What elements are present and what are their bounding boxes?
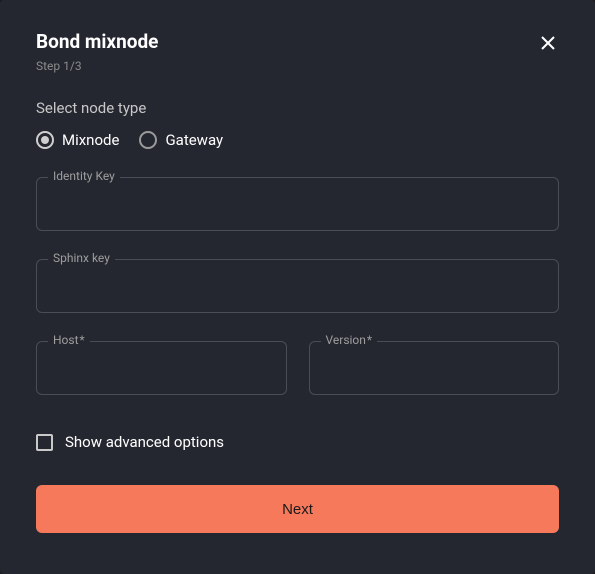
sphinx-key-input[interactable]	[36, 259, 559, 313]
step-indicator: Step 1/3	[36, 59, 158, 73]
advanced-options-label: Show advanced options	[65, 433, 224, 451]
close-icon	[540, 35, 556, 51]
sphinx-key-label: Sphinx key	[48, 251, 115, 265]
form-fields: Identity Key Sphinx key Host* Version*	[36, 177, 559, 395]
radio-mixnode[interactable]: Mixnode	[36, 131, 119, 149]
host-field: Host*	[36, 341, 287, 395]
sphinx-key-field: Sphinx key	[36, 259, 559, 313]
identity-key-input[interactable]	[36, 177, 559, 231]
required-asterisk: *	[80, 333, 85, 347]
advanced-options-toggle[interactable]: Show advanced options	[36, 433, 559, 451]
close-button[interactable]	[537, 32, 559, 54]
radio-checked-icon	[36, 131, 54, 149]
header-text: Bond mixnode Step 1/3	[36, 30, 158, 73]
identity-key-label: Identity Key	[48, 169, 120, 183]
radio-gateway-label: Gateway	[165, 131, 223, 149]
version-field: Version*	[309, 341, 560, 395]
radio-gateway[interactable]: Gateway	[139, 131, 223, 149]
identity-key-field: Identity Key	[36, 177, 559, 231]
node-type-label: Select node type	[36, 99, 559, 117]
host-version-row: Host* Version*	[36, 341, 559, 395]
host-input[interactable]	[36, 341, 287, 395]
radio-unchecked-icon	[139, 131, 157, 149]
version-input[interactable]	[309, 341, 560, 395]
dialog-title: Bond mixnode	[36, 30, 158, 53]
bond-mixnode-dialog: Bond mixnode Step 1/3 Select node type M…	[0, 0, 595, 574]
node-type-radio-group: Mixnode Gateway	[36, 131, 559, 149]
host-label: Host*	[48, 333, 90, 347]
radio-mixnode-label: Mixnode	[62, 131, 119, 149]
dialog-header: Bond mixnode Step 1/3	[36, 30, 559, 73]
checkbox-unchecked-icon	[36, 434, 53, 451]
required-asterisk: *	[367, 333, 372, 347]
next-button[interactable]: Next	[36, 485, 559, 533]
version-label: Version*	[321, 333, 378, 347]
